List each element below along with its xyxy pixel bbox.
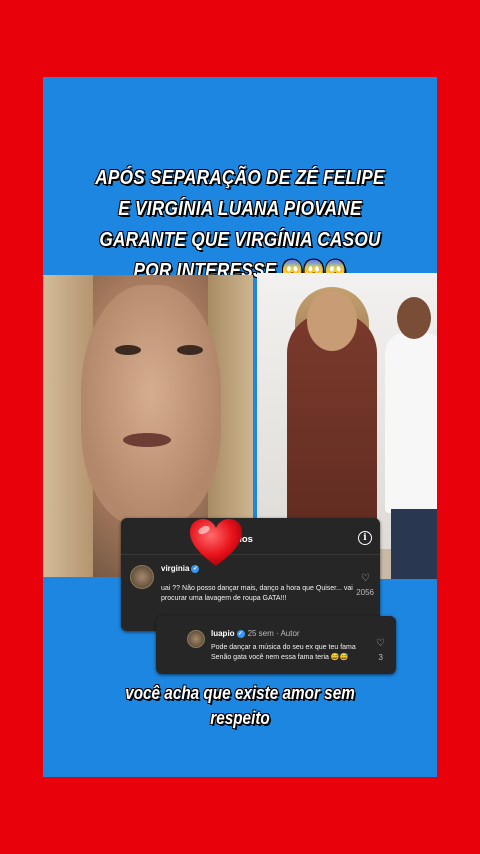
username-text: virginia <box>161 564 190 573</box>
username-text: luapio <box>211 629 235 638</box>
video-frame: APÓS SEPARAÇÃO DE ZÉ FELIPE E VIRGÍNIA L… <box>43 77 437 777</box>
like-heart-icon[interactable]: ♡ <box>376 638 385 649</box>
headline-line-3: GARANTE QUE VIRGÍNIA CASOU <box>99 229 381 251</box>
comment-text: Pode dançar a música do seu ex que teu f… <box>211 644 356 661</box>
info-icon[interactable]: i <box>358 531 372 545</box>
avatar[interactable] <box>130 565 154 589</box>
avatar[interactable] <box>187 630 205 648</box>
comment-card-luapio: luapio ✓ 25 sem · Autor Pode dançar a músi… <box>156 616 396 674</box>
like-count: 2056 <box>356 588 374 597</box>
comment-card-virginia: entários i virginia✓ uai ?? Não posso da… <box>121 518 380 631</box>
verified-badge-icon: ✓ <box>236 629 245 638</box>
headline-text: APÓS SEPARAÇÃO DE ZÉ FELIPE E VIRGÍNIA L… <box>71 163 410 287</box>
caption-line-2: respeito <box>210 708 270 728</box>
heart-icon <box>189 518 243 568</box>
comment-meta: 25 sem · Autor <box>247 629 300 638</box>
caption-text: você acha que existe amor sem respeito <box>73 681 408 731</box>
like-count: 3 <box>378 653 383 662</box>
headline-line-1: APÓS SEPARAÇÃO DE ZÉ FELIPE <box>95 167 385 189</box>
caption-line-1: você acha que existe amor sem <box>125 683 355 703</box>
like-heart-icon[interactable]: ♡ <box>361 573 370 584</box>
comment-text: uai ?? Não posso dançar mais, danço a ho… <box>161 585 353 602</box>
headline-line-2: E VIRGÍNIA LUANA PIOVANE <box>118 198 362 220</box>
divider <box>121 554 380 555</box>
comment-username[interactable]: luapio ✓ 25 sem · Autor <box>211 629 300 638</box>
